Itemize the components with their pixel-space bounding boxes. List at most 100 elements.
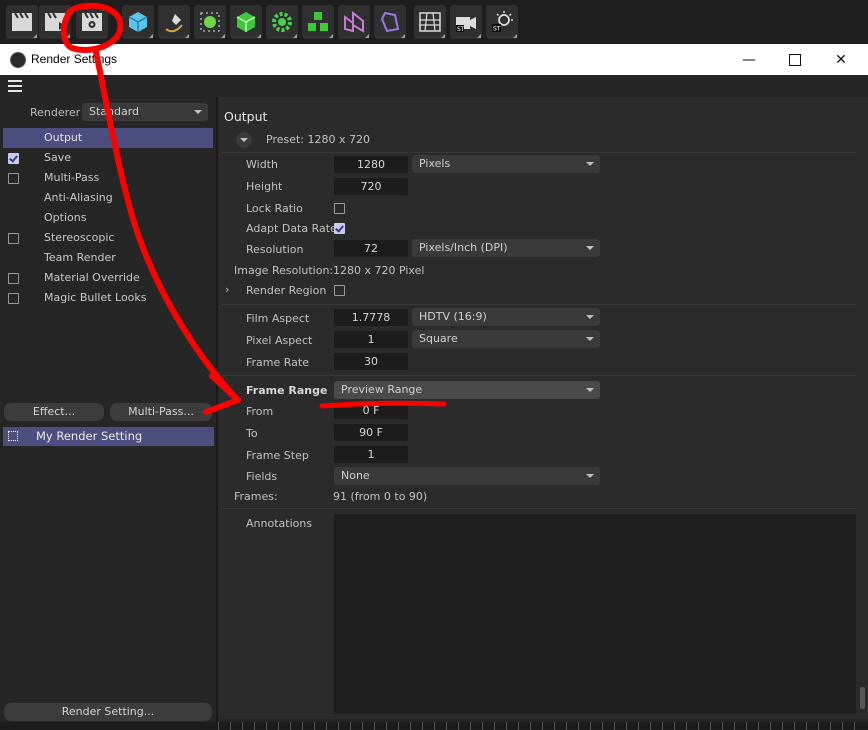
to-field[interactable]: 90 F — [334, 424, 408, 441]
edit-render-settings-button[interactable] — [76, 5, 108, 39]
image-resolution-label: Image Resolution: — [234, 264, 334, 277]
frames-label: Frames: — [234, 490, 278, 503]
magic-bullet-looks-checkbox[interactable] — [8, 293, 19, 304]
lock-ratio-checkbox[interactable] — [334, 203, 345, 214]
light-button[interactable]: ST — [486, 5, 518, 39]
resolution-field[interactable]: 72 — [334, 240, 408, 257]
minimize-button[interactable]: — — [726, 44, 772, 75]
renderer-dropdown[interactable]: Standard — [82, 103, 208, 121]
scrollbar-thumb[interactable] — [860, 687, 865, 709]
annotations-label: Annotations — [246, 517, 313, 530]
spline-icon — [380, 11, 400, 33]
pixel-aspect-field[interactable]: 1 — [334, 331, 408, 348]
render-setting-item[interactable]: My Render Setting — [3, 427, 214, 446]
close-button[interactable]: ✕ — [818, 44, 864, 75]
frame-range-dropdown[interactable]: Preview Range — [334, 381, 600, 399]
height-label: Height — [246, 180, 283, 193]
from-field[interactable]: 0 F — [334, 402, 408, 419]
section-title: Output — [224, 109, 268, 124]
cloner-icon — [308, 12, 328, 31]
gear-icon — [272, 12, 292, 32]
nav-item-output[interactable]: Output — [3, 128, 213, 148]
render-setting-button[interactable]: Render Setting... — [4, 703, 212, 721]
pen-button[interactable] — [158, 5, 190, 39]
camera-button[interactable]: ST — [450, 5, 482, 39]
film-aspect-preset: HDTV (16:9) — [419, 310, 487, 323]
floor-grid-icon — [419, 12, 441, 32]
nav-item-multi-pass[interactable]: Multi-Pass — [0, 168, 216, 188]
frames-value: 91 (from 0 to 90) — [333, 490, 428, 503]
nav-item-label: Team Render — [44, 251, 116, 264]
nav-item-options[interactable]: Options — [0, 208, 216, 228]
image-resolution-value: 1280 x 720 Pixel — [333, 264, 425, 277]
stereoscopic-checkbox[interactable] — [8, 233, 19, 244]
adapt-data-rate-checkbox[interactable] — [334, 223, 345, 234]
pixel-aspect-dropdown[interactable]: Square — [412, 330, 600, 348]
cloner-button[interactable] — [302, 5, 334, 39]
divider — [222, 375, 856, 376]
chevron-right-icon[interactable]: › — [225, 283, 229, 296]
nav-item-material-override[interactable]: Material Override — [0, 268, 216, 288]
nav-item-label: Material Override — [44, 271, 140, 284]
output-settings-panel: Output Preset: 1280 x 720 Width 1280 Pix… — [218, 97, 858, 719]
resolution-unit-value: Pixels/Inch (DPI) — [419, 241, 508, 254]
nav-item-label: Output — [44, 131, 83, 144]
frame-rate-field[interactable]: 30 — [334, 353, 408, 370]
chevron-down-icon — [586, 162, 594, 166]
multi-pass-checkbox[interactable] — [8, 173, 19, 184]
chevron-down-icon — [194, 110, 202, 114]
green-cube-button[interactable] — [230, 5, 262, 39]
film-aspect-dropdown[interactable]: HDTV (16:9) — [412, 308, 600, 326]
maximize-button[interactable] — [772, 44, 818, 75]
close-icon: ✕ — [835, 51, 847, 68]
divider — [222, 152, 856, 153]
material-override-checkbox[interactable] — [8, 273, 19, 284]
subdivision-button[interactable] — [194, 5, 226, 39]
renderer-value: Standard — [89, 105, 140, 118]
render-region-checkbox[interactable] — [334, 285, 345, 296]
multi-pass-button[interactable]: Multi-Pass... — [110, 403, 212, 421]
height-field[interactable]: 720 — [334, 178, 408, 195]
frame-step-field[interactable]: 1 — [334, 446, 408, 463]
chevron-down-icon — [586, 474, 594, 478]
deformer-button[interactable] — [338, 5, 370, 39]
spline-button[interactable] — [374, 5, 406, 39]
resolution-unit-dropdown[interactable]: Pixels/Inch (DPI) — [412, 239, 600, 257]
frame-range-value: Preview Range — [341, 383, 423, 396]
save-checkbox[interactable] — [8, 153, 19, 164]
floor-grid-button[interactable] — [414, 5, 446, 39]
render-view-button[interactable] — [6, 5, 38, 39]
chevron-down-icon — [586, 246, 594, 250]
hamburger-menu-icon[interactable] — [8, 80, 22, 92]
cube-icon — [128, 12, 148, 32]
fields-dropdown[interactable]: None — [334, 467, 600, 485]
left-panel: Renderer Standard Output Save Multi-Pass… — [0, 97, 218, 730]
cube-button[interactable] — [122, 5, 154, 39]
frame-rate-label: Frame Rate — [246, 356, 309, 369]
chevron-down-icon — [586, 337, 594, 341]
nav-item-save[interactable]: Save — [0, 148, 216, 168]
nav-item-anti-aliasing[interactable]: Anti-Aliasing — [0, 188, 216, 208]
render-region-label: Render Region — [246, 284, 327, 297]
width-field[interactable]: 1280 — [334, 156, 408, 173]
svg-text:ST: ST — [493, 26, 501, 33]
annotations-textarea[interactable] — [334, 514, 856, 714]
deformer-icon — [344, 10, 364, 33]
nav-item-label: Options — [44, 211, 87, 224]
vertical-scrollbar[interactable] — [858, 97, 868, 719]
nav-item-stereoscopic[interactable]: Stereoscopic — [0, 228, 216, 248]
timeline-ticks — [218, 722, 858, 730]
fields-value: None — [341, 469, 370, 482]
nav-item-magic-bullet-looks[interactable]: Magic Bullet Looks — [0, 288, 216, 308]
width-unit-dropdown[interactable]: Pixels — [412, 155, 600, 173]
gear-generator-button[interactable] — [266, 5, 298, 39]
film-aspect-field[interactable]: 1.7778 — [334, 309, 408, 326]
fields-label: Fields — [246, 470, 278, 483]
nav-item-team-render[interactable]: Team Render — [0, 248, 216, 268]
effect-button[interactable]: Effect... — [4, 403, 104, 421]
preset-chevron-icon[interactable] — [236, 132, 252, 148]
menubar — [0, 75, 868, 97]
divider — [222, 304, 856, 305]
nav-item-label: Anti-Aliasing — [44, 191, 113, 204]
render-picture-viewer-button[interactable] — [39, 5, 71, 39]
